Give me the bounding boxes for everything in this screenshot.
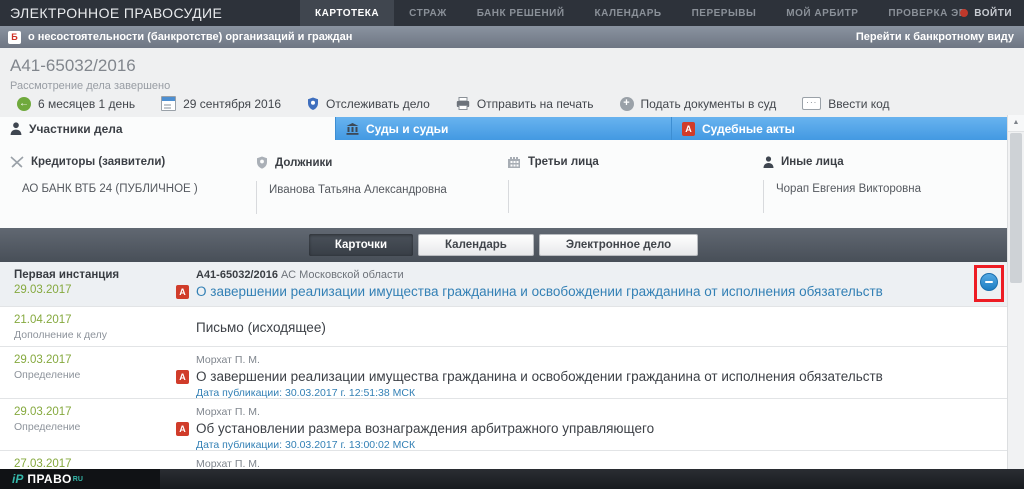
participants-panel: Кредиторы (заявители) АО БАНК ВТБ 24 (ПУ… bbox=[0, 140, 1007, 228]
nav-pereryvy[interactable]: ПЕРЕРЫВЫ bbox=[677, 0, 772, 26]
case-toolbar: ← 6 месяцев 1 день 29 сентября 2016 Отсл… bbox=[4, 96, 903, 111]
row-date: 21.04.2017 bbox=[14, 314, 162, 326]
publication-date-link[interactable]: Дата публикации: 30.03.2017 г. 13:00:02 … bbox=[196, 439, 977, 451]
row-type: Дополнение к делу bbox=[14, 329, 162, 341]
row-court-name: АС Московской области bbox=[281, 269, 404, 281]
case-status: Рассмотрение дела завершено bbox=[10, 80, 170, 92]
duration-icon: ← bbox=[17, 97, 31, 111]
track-case-button[interactable]: Отслеживать дело bbox=[294, 97, 443, 111]
login-button[interactable]: ВОЙТИ bbox=[960, 0, 1012, 26]
participants-col-creditors: Кредиторы (заявители) АО БАНК ВТБ 24 (ПУ… bbox=[10, 140, 254, 228]
row-case-number: А41-65032/2016 bbox=[196, 269, 278, 281]
nav-moy-arbitr[interactable]: МОЙ АРБИТР bbox=[771, 0, 873, 26]
judge-name: Морхат П. М. bbox=[196, 406, 977, 418]
vertical-scrollbar[interactable]: ▲ bbox=[1007, 115, 1024, 469]
case-type-label: о несостоятельности (банкротстве) органи… bbox=[28, 31, 352, 43]
judge-name: Морхат П. М. bbox=[196, 354, 977, 366]
nav-kalendar[interactable]: КАЛЕНДАРЬ bbox=[580, 0, 677, 26]
pdf-icon: A bbox=[682, 122, 695, 136]
crossed-swords-icon bbox=[10, 156, 24, 168]
row-date: 29.03.2017 bbox=[14, 406, 162, 418]
third-party-name bbox=[508, 180, 761, 213]
annotation-highlight-box bbox=[974, 265, 1004, 302]
docket-row: 29.03.2017 Определение Морхат П. М. A О … bbox=[0, 347, 1007, 399]
docket-row: 29.03.2017 Определение Морхат П. М. A Об… bbox=[0, 399, 1007, 451]
shield-icon bbox=[256, 156, 268, 169]
case-number: А41-65032/2016 bbox=[10, 56, 136, 76]
pravo-ru-logo[interactable]: iP ПРАВО RU bbox=[0, 469, 160, 489]
docket-list: Первая инстанция 29.03.2017 А41-65032/20… bbox=[0, 262, 1007, 469]
other-person-name: Чорап Евгения Викторовна bbox=[763, 180, 1003, 213]
submit-documents-button[interactable]: + Подать документы в суд bbox=[607, 97, 790, 111]
nav-kartoteka[interactable]: КАРТОТЕКА bbox=[300, 0, 394, 26]
printer-icon bbox=[456, 97, 470, 110]
subtab-electronic-case[interactable]: Электронное дело bbox=[539, 234, 698, 256]
case-tabs: Участники дела Суды и судьи A Судебные а… bbox=[0, 117, 1007, 140]
case-duration: ← 6 месяцев 1 день bbox=[4, 97, 148, 111]
debtor-name: Иванова Татьяна Александровна bbox=[256, 181, 506, 214]
app-window: ЭЛЕКТРОННОЕ ПРАВОСУДИЕ КАРТОТЕКА СТРАЖ Б… bbox=[0, 0, 1024, 489]
participants-col-third-parties: Третьи лица bbox=[508, 140, 761, 228]
nav-bank-resheniy[interactable]: БАНК РЕШЕНИЙ bbox=[462, 0, 580, 26]
top-navigation-bar: ЭЛЕКТРОННОЕ ПРАВОСУДИЕ КАРТОТЕКА СТРАЖ Б… bbox=[0, 0, 1024, 26]
switch-to-bankruptcy-view-link[interactable]: Перейти к банкротному виду bbox=[856, 31, 1014, 43]
case-type-bar: Б о несостоятельности (банкротстве) орга… bbox=[0, 26, 1024, 48]
calendar-icon bbox=[161, 96, 176, 111]
creditors-title: Кредиторы (заявители) bbox=[31, 156, 165, 168]
instance-date: 29.03.2017 bbox=[14, 284, 162, 296]
document-title: A Об установлении размера вознаграждения… bbox=[176, 421, 977, 436]
subtab-calendar[interactable]: Календарь bbox=[418, 234, 534, 256]
other-persons-title: Иные лица bbox=[781, 156, 844, 168]
pdf-icon[interactable]: A bbox=[176, 422, 189, 436]
participants-col-debtors: Должники Иванова Татьяна Александровна bbox=[256, 140, 506, 228]
bankruptcy-icon: Б bbox=[8, 31, 21, 44]
person-icon bbox=[10, 122, 22, 135]
courthouse-icon bbox=[346, 123, 359, 135]
subtab-cards[interactable]: Карточки bbox=[309, 234, 413, 256]
document-title: Письмо (исходящее) bbox=[196, 320, 977, 335]
case-header: А41-65032/2016 Рассмотрение дела заверше… bbox=[0, 48, 1024, 117]
track-shield-icon bbox=[307, 97, 319, 111]
view-switcher-bar: Карточки Календарь Электронное дело bbox=[0, 228, 1007, 262]
enter-code-button[interactable]: ··· Ввести код bbox=[789, 97, 902, 111]
login-label: ВОЙТИ bbox=[974, 8, 1012, 19]
row-type: Определение bbox=[14, 421, 162, 433]
participants-col-other: Иные лица Чорап Евгения Викторовна bbox=[763, 140, 1003, 228]
docket-row: 27.03.2017 Морхат П. М. A bbox=[0, 451, 1007, 469]
enter-code-icon: ··· bbox=[802, 97, 821, 110]
instance-label: Первая инстанция bbox=[14, 269, 162, 281]
organization-icon bbox=[508, 157, 521, 168]
scrollbar-up-button[interactable]: ▲ bbox=[1008, 115, 1024, 132]
third-parties-title: Третьи лица bbox=[528, 156, 599, 168]
tab-participants[interactable]: Участники дела bbox=[0, 117, 335, 140]
person-icon bbox=[763, 156, 774, 168]
pdf-icon: A bbox=[176, 285, 189, 299]
publication-date-link[interactable]: Дата публикации: 30.03.2017 г. 12:51:38 … bbox=[196, 387, 977, 399]
creditor-name: АО БАНК ВТБ 24 (ПУБЛИЧНОЕ ) bbox=[10, 180, 254, 213]
tab-courts-judges[interactable]: Суды и судьи bbox=[335, 117, 671, 140]
docket-row: 21.04.2017 Дополнение к делу Письмо (исх… bbox=[0, 307, 1007, 347]
plus-circle-icon: + bbox=[620, 97, 634, 111]
collapse-button[interactable] bbox=[980, 273, 998, 291]
print-button[interactable]: Отправить на печать bbox=[443, 97, 607, 111]
document-link[interactable]: A О завершении реализации имущества граж… bbox=[176, 284, 977, 299]
pdf-icon[interactable]: A bbox=[176, 370, 189, 384]
tab-judicial-acts[interactable]: A Судебные акты bbox=[671, 117, 1007, 140]
top-menu: КАРТОТЕКА СТРАЖ БАНК РЕШЕНИЙ КАЛЕНДАРЬ П… bbox=[300, 0, 981, 26]
status-dot-icon bbox=[960, 9, 968, 17]
nav-strazh[interactable]: СТРАЖ bbox=[394, 0, 462, 26]
row-date: 29.03.2017 bbox=[14, 354, 162, 366]
row-date: 27.03.2017 bbox=[14, 458, 162, 469]
case-start-date: 29 сентября 2016 bbox=[148, 96, 294, 111]
footer-bar: iP ПРАВО RU bbox=[0, 469, 1024, 489]
judge-name: Морхат П. М. bbox=[196, 458, 977, 469]
site-title: ЭЛЕКТРОННОЕ ПРАВОСУДИЕ bbox=[10, 0, 222, 26]
row-type: Определение bbox=[14, 369, 162, 381]
instance-row: Первая инстанция 29.03.2017 А41-65032/20… bbox=[0, 262, 1007, 307]
pravo-logo-icon: iP bbox=[12, 472, 23, 486]
scrollbar-thumb[interactable] bbox=[1010, 133, 1022, 283]
debtors-title: Должники bbox=[275, 157, 332, 169]
document-title: A О завершении реализации имущества граж… bbox=[176, 369, 977, 384]
